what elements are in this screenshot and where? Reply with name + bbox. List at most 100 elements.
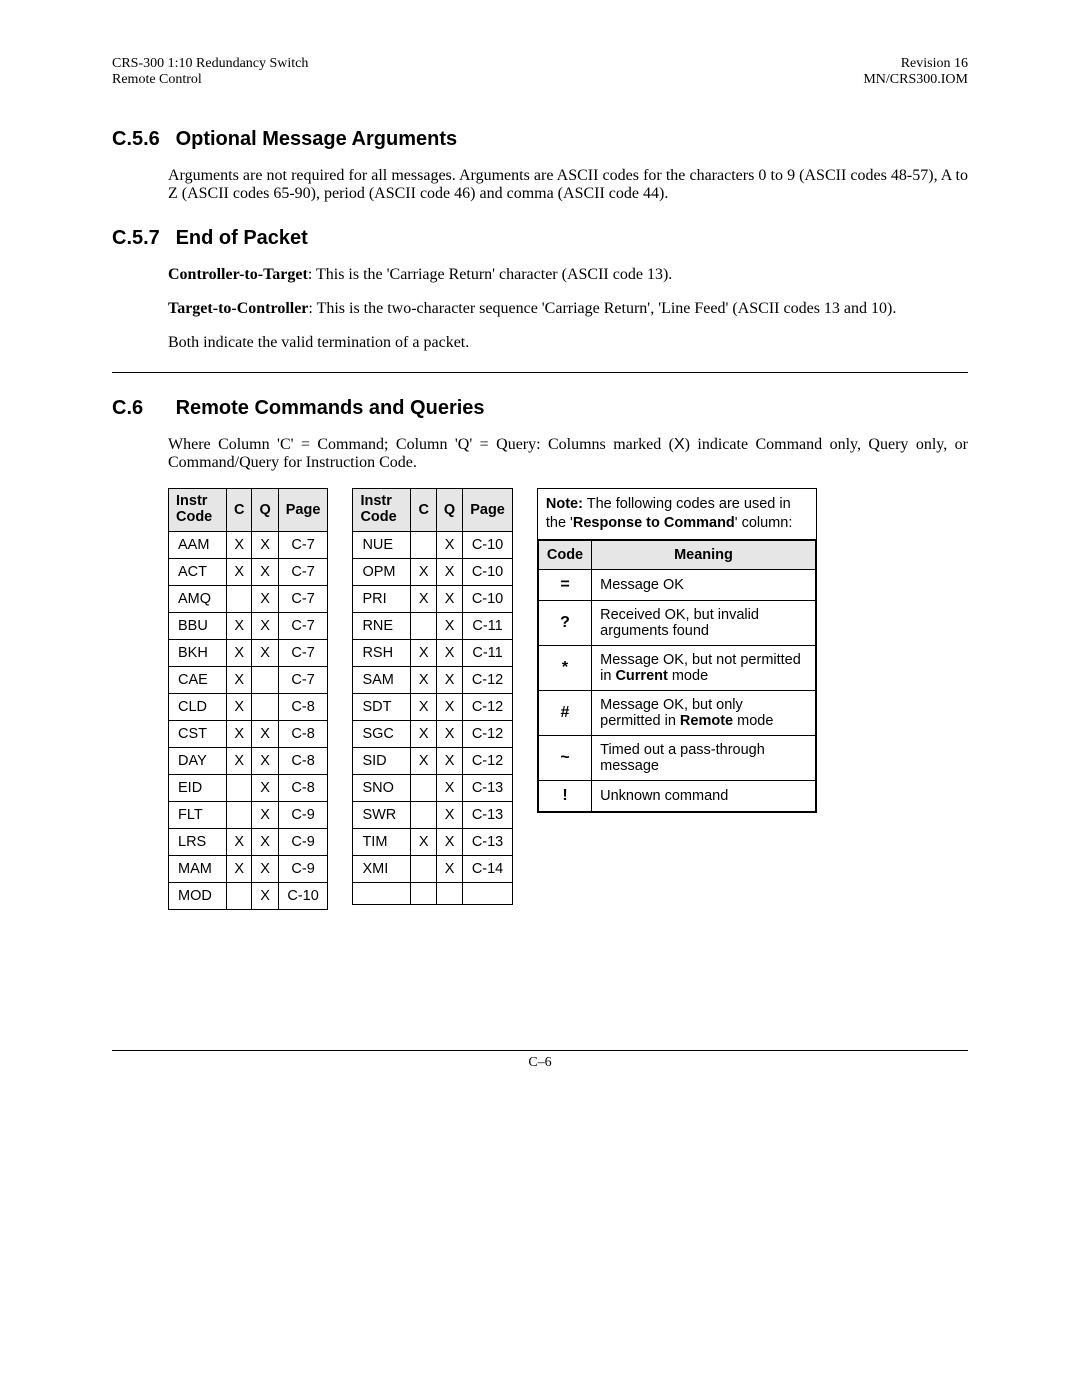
cell-c (411, 801, 436, 828)
cell-page: C-7 (278, 531, 328, 558)
header-section: Remote Control (112, 72, 308, 88)
page-header: CRS-300 1:10 Redundancy Switch Remote Co… (112, 56, 968, 88)
cell-code: SGC (353, 720, 411, 747)
cell-page: C-8 (278, 693, 328, 720)
cell-code: TIM (353, 828, 411, 855)
paragraph: Both indicate the valid termination of a… (168, 334, 968, 352)
cell-q: X (436, 720, 462, 747)
cell-c (411, 531, 436, 558)
cell-q (252, 693, 278, 720)
cell-code: BBU (169, 612, 227, 639)
cell-code: AAM (169, 531, 227, 558)
table-row: SIDXXC-12 (353, 747, 512, 774)
cell-code: RSH (353, 639, 411, 666)
header-product: CRS-300 1:10 Redundancy Switch (112, 56, 308, 72)
cell-symbol: ? (538, 600, 591, 645)
table-row: ACTXXC-7 (169, 558, 328, 585)
cell-c (227, 801, 252, 828)
table-row: #Message OK, but only permitted in Remot… (538, 690, 815, 735)
cell-page: C-10 (463, 531, 513, 558)
paragraph: Controller-to-Target: This is the 'Carri… (168, 266, 968, 284)
section-rule (112, 372, 968, 373)
cell-c: X (227, 828, 252, 855)
cell-page: C-7 (278, 558, 328, 585)
cell-page: C-7 (278, 612, 328, 639)
table-row: ~Timed out a pass-through message (538, 735, 815, 780)
cell-meaning: Message OK (592, 569, 816, 600)
cell-c: X (411, 720, 436, 747)
cell-page: C-13 (463, 801, 513, 828)
cell-c: X (411, 693, 436, 720)
cell-c: X (411, 585, 436, 612)
cell-c: X (227, 612, 252, 639)
th-page: Page (278, 489, 328, 532)
th-q: Q (436, 489, 462, 532)
cell-code: MOD (169, 882, 227, 909)
cell-page: C-9 (278, 855, 328, 882)
table-row: SDTXXC-12 (353, 693, 512, 720)
cell-code: ACT (169, 558, 227, 585)
cell-page: C-8 (278, 774, 328, 801)
table-row: =Message OK (538, 569, 815, 600)
table-row: MOD XC-10 (169, 882, 328, 909)
table-row: MAMXXC-9 (169, 855, 328, 882)
cell-q: X (252, 558, 278, 585)
command-table-1: InstrCodeCQPageAAMXXC-7ACTXXC-7AMQXC-7BB… (168, 488, 328, 910)
cell-q: X (252, 828, 278, 855)
cell-q: X (436, 774, 462, 801)
table-row: XMIXC-14 (353, 855, 512, 882)
th-code: Code (538, 540, 591, 569)
cell-q: X (436, 531, 462, 558)
cell-page (463, 882, 513, 904)
tables-container: InstrCodeCQPageAAMXXC-7ACTXXC-7AMQXC-7BB… (168, 488, 968, 910)
cell-meaning: Message OK, but not permitted in Current… (592, 645, 816, 690)
table-row: CSTXXC-8 (169, 720, 328, 747)
cell-c (411, 855, 436, 882)
th-c: C (411, 489, 436, 532)
cell-q: X (436, 855, 462, 882)
cell-q: X (252, 531, 278, 558)
th-page: Page (463, 489, 513, 532)
cell-c: X (411, 828, 436, 855)
cell-q: X (252, 801, 278, 828)
cell-page: C-9 (278, 828, 328, 855)
command-table-2: InstrCodeCQPageNUEXC-10OPMXXC-10PRIXXC-1… (352, 488, 512, 905)
cell-code: CLD (169, 693, 227, 720)
cell-page: C-10 (463, 585, 513, 612)
cell-page: C-11 (463, 639, 513, 666)
cell-c (227, 882, 252, 909)
cell-code: SWR (353, 801, 411, 828)
table-row: TIMXXC-13 (353, 828, 512, 855)
table-row: LRSXXC-9 (169, 828, 328, 855)
cell-c: X (227, 531, 252, 558)
header-revision: Revision 16 (863, 56, 968, 72)
table-row: RNEXC-11 (353, 612, 512, 639)
cell-page: C-7 (278, 585, 328, 612)
paragraph: Where Column 'C' = Command; Column 'Q' =… (168, 436, 968, 472)
cell-q: X (436, 747, 462, 774)
table-row: SAMXXC-12 (353, 666, 512, 693)
cell-q: X (252, 882, 278, 909)
section-heading-c57: C.5.7 End of Packet (112, 227, 968, 250)
cell-symbol: = (538, 569, 591, 600)
cell-page: C-10 (278, 882, 328, 909)
th-q: Q (252, 489, 278, 532)
cell-meaning: Unknown command (592, 780, 816, 811)
cell-code: PRI (353, 585, 411, 612)
table-row: SGCXXC-12 (353, 720, 512, 747)
cell-c: X (411, 747, 436, 774)
table-row: OPMXXC-10 (353, 558, 512, 585)
cell-page: C-11 (463, 612, 513, 639)
cell-q: X (436, 693, 462, 720)
table-row: BBUXXC-7 (169, 612, 328, 639)
cell-c: X (227, 558, 252, 585)
cell-c (227, 585, 252, 612)
cell-code: SAM (353, 666, 411, 693)
table-row (353, 882, 512, 904)
cell-page: C-7 (278, 639, 328, 666)
cell-q: X (252, 774, 278, 801)
paragraph: Arguments are not required for all messa… (168, 167, 968, 203)
cell-symbol: * (538, 645, 591, 690)
cell-symbol: ~ (538, 735, 591, 780)
cell-c: X (227, 666, 252, 693)
